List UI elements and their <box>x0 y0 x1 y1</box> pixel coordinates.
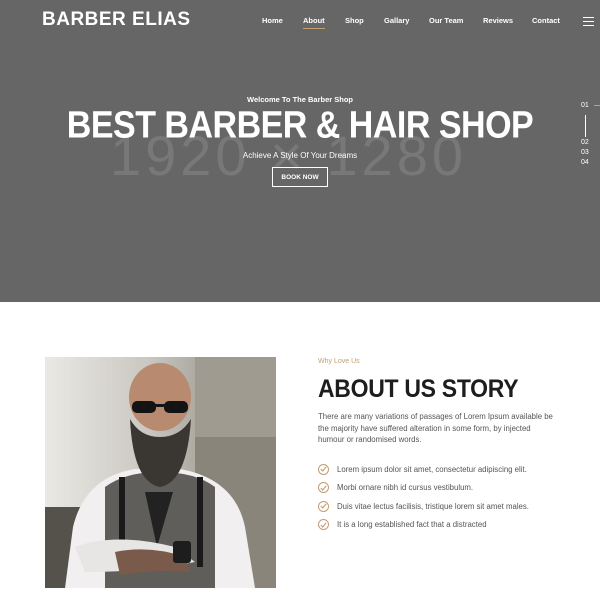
slide-pagination: 01 02 03 04 <box>581 102 600 172</box>
check-circle-icon <box>318 519 329 531</box>
feature-item: Lorem ipsum dolor sit amet, consectetur … <box>318 460 578 479</box>
barber-portrait-image <box>45 357 276 588</box>
nav-item-our-team[interactable]: Our Team <box>429 16 463 25</box>
nav-item-reviews[interactable]: Reviews <box>483 16 513 25</box>
slide-02[interactable]: 02 <box>581 139 589 146</box>
feature-text: Lorem ipsum dolor sit amet, consectetur … <box>337 464 527 474</box>
slide-03[interactable]: 03 <box>581 149 589 156</box>
nav-item-shop[interactable]: Shop <box>345 16 364 25</box>
check-circle-icon <box>318 500 329 512</box>
feature-text: Morbi ornare nibh id cursus vestibulum. <box>337 483 474 493</box>
nav-item-home[interactable]: Home <box>262 16 283 25</box>
about-paragraph: There are many variations of passages of… <box>318 412 553 445</box>
feature-text: Duis vitae lectus facilisis, tristique l… <box>337 501 529 511</box>
slide-progress-bar <box>585 115 586 137</box>
hamburger-menu-icon[interactable] <box>583 17 594 27</box>
feature-text: It is a long established fact that a dis… <box>337 520 487 530</box>
about-title: ABOUT US STORY <box>318 374 519 403</box>
hero-headline: BEST BARBER & HAIR SHOP <box>66 104 534 147</box>
slide-01[interactable]: 01 <box>581 102 589 109</box>
main-nav: Home About Shop Gallary Our Team Reviews… <box>0 16 600 32</box>
nav-item-contact[interactable]: Contact <box>532 16 560 25</box>
hero-welcome-text: Welcome To The Barber Shop <box>247 95 353 104</box>
nav-item-about[interactable]: About <box>303 16 325 29</box>
feature-list: Lorem ipsum dolor sit amet, consectetur … <box>318 460 578 534</box>
about-eyebrow: Why Love Us <box>318 358 360 365</box>
hero-subtitle: Achieve A Style Of Your Dreams <box>242 151 358 160</box>
check-circle-icon <box>318 482 329 494</box>
nav-item-gallary[interactable]: Gallary <box>384 16 409 25</box>
active-slide-indicator <box>594 105 600 106</box>
book-now-button[interactable]: BOOK NOW <box>272 167 328 187</box>
feature-item: Duis vitae lectus facilisis, tristique l… <box>318 497 578 516</box>
check-circle-icon <box>318 463 329 475</box>
feature-item: It is a long established fact that a dis… <box>318 516 578 535</box>
hero-section: BARBER ELIAS Home About Shop Gallary Our… <box>0 0 600 302</box>
feature-item: Morbi ornare nibh id cursus vestibulum. <box>318 479 578 498</box>
slide-04[interactable]: 04 <box>581 159 589 166</box>
